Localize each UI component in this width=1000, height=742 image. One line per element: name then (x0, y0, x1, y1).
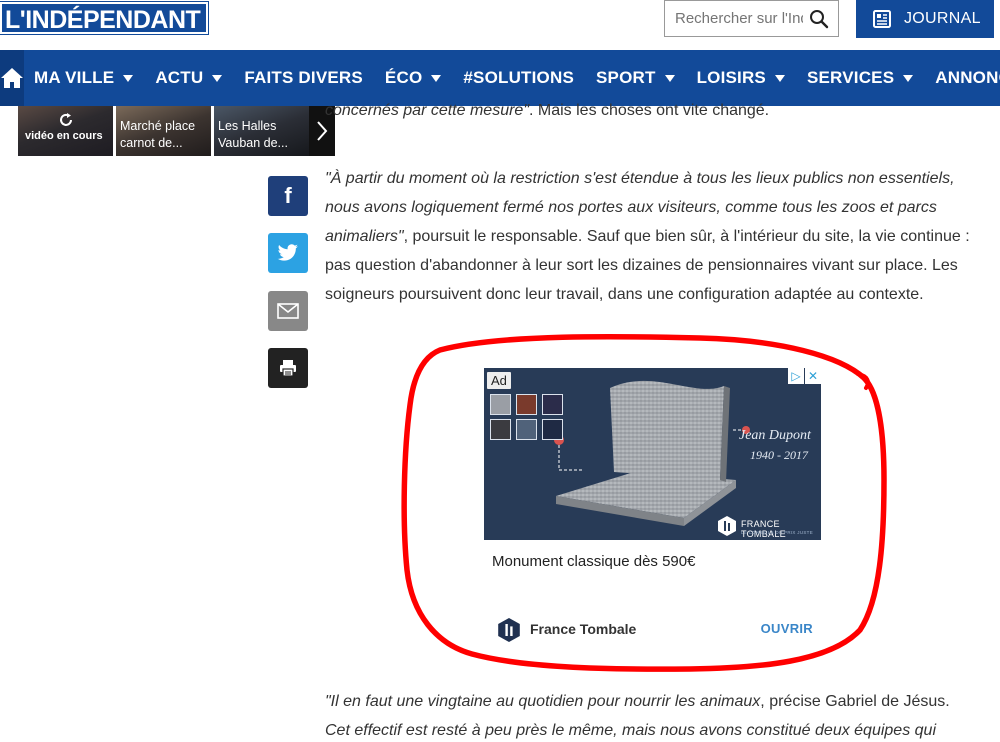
video-thumb-label: Marché place carnot de... (120, 119, 196, 150)
search-box[interactable] (664, 0, 839, 37)
email-share-button[interactable] (268, 291, 308, 331)
video-thumb[interactable]: Les Halles Vauban de... (214, 106, 309, 156)
mail-icon (277, 303, 299, 319)
adchoices-icon[interactable]: ▷ ✕ (787, 368, 821, 384)
color-swatch (542, 419, 563, 440)
engraving-dates: 1940 - 2017 (750, 448, 808, 462)
caret-down-icon (903, 74, 914, 82)
journal-button[interactable]: JOURNAL (856, 0, 994, 38)
caret-down-icon (123, 74, 134, 82)
nav-label: ANNONCES (935, 68, 1000, 87)
facebook-share-button[interactable]: f (268, 176, 308, 216)
nav-label: ACTU (155, 68, 204, 87)
nav-label: SPORT (596, 68, 656, 87)
ad-brand-name: FRANCE TOMBALE (741, 519, 786, 539)
article-paragraph: "À partir du moment où la restriction s'… (325, 170, 970, 303)
ad-banner-image[interactable]: Ad ▷ ✕ Jean Dupont 1940 - 2017 FRANCE TO… (484, 368, 821, 540)
color-swatch (516, 419, 537, 440)
ad-brand-tagline: LE CONSEILS DU PRIX JUSTE (741, 530, 814, 535)
search-input[interactable] (675, 3, 803, 34)
caret-down-icon (431, 74, 442, 82)
brand-logo-icon (718, 516, 736, 536)
nav-item-sport[interactable]: SPORT (596, 68, 675, 88)
nav-item-services[interactable]: SERVICES (806, 68, 914, 88)
advertisement[interactable]: Ad ▷ ✕ Jean Dupont 1940 - 2017 FRANCE TO… (484, 368, 821, 655)
printer-icon (280, 360, 296, 377)
color-swatch (490, 419, 511, 440)
nav-label: LOISIRS (696, 68, 766, 87)
reload-icon (60, 113, 72, 126)
nav-item-actu[interactable]: ACTU (155, 68, 223, 88)
caret-down-icon (774, 74, 785, 82)
nav-item-loisirs[interactable]: LOISIRS (697, 68, 785, 88)
video-thumb-label: Les Halles Vauban de... (218, 119, 288, 150)
nav-item-solutions[interactable]: #SOLUTIONS (463, 68, 574, 88)
video-thumb-label: vidéo en cours (25, 130, 103, 142)
twitter-icon (277, 244, 298, 261)
nav-item-faits-divers[interactable]: FAITS DIVERS (244, 68, 363, 88)
site-logo[interactable]: L'INDÉPENDANT (0, 1, 210, 35)
nav-item-eco[interactable]: ÉCO (384, 68, 442, 88)
ad-headline[interactable]: Monument classique dès 590€ (492, 553, 695, 570)
ad-open-button[interactable]: OUVRIR (761, 621, 813, 636)
article-paragraph: concernés par cette mesure". Mais les ch… (325, 102, 770, 119)
print-button[interactable] (268, 348, 308, 388)
nav-label: #SOLUTIONS (463, 68, 574, 87)
advertiser-logo-icon (498, 618, 520, 642)
article-paragraph: "Il en faut une vingtaine au quotidien p… (325, 693, 950, 739)
twitter-share-button[interactable] (268, 233, 308, 273)
video-carousel: vidéo en cours Marché place carnot de...… (18, 106, 335, 156)
caret-down-icon (664, 74, 675, 82)
search-icon[interactable] (809, 9, 829, 29)
advertiser-name[interactable]: France Tombale (530, 621, 636, 637)
journal-label: JOURNAL (904, 10, 981, 27)
engraving-name: Jean Dupont (739, 428, 811, 443)
video-thumb-current[interactable]: vidéo en cours (18, 106, 113, 156)
caret-down-icon (212, 74, 223, 82)
page: L'INDÉPENDANT JOURNAL MA VILLE ACTU FAIT… (0, 0, 1000, 742)
color-swatch (490, 394, 511, 415)
home-button[interactable] (0, 50, 24, 106)
home-icon (1, 68, 23, 88)
nav-label: SERVICES (806, 68, 895, 87)
nav-label: MA VILLE (34, 68, 115, 87)
play-icon: ▷ (788, 368, 804, 384)
color-swatch (516, 394, 537, 415)
close-icon[interactable]: ✕ (805, 368, 821, 384)
newspaper-icon (873, 10, 891, 28)
video-thumb[interactable]: Marché place carnot de... (116, 106, 211, 156)
nav-item-annonces[interactable]: ANNONCES (935, 68, 1000, 88)
nav-item-ma-ville[interactable]: MA VILLE (34, 68, 134, 88)
nav-label: ÉCO (384, 68, 423, 87)
ad-tag: Ad (487, 372, 511, 389)
nav-label: FAITS DIVERS (244, 68, 363, 87)
color-swatch (542, 394, 563, 415)
facebook-icon: f (284, 183, 292, 208)
